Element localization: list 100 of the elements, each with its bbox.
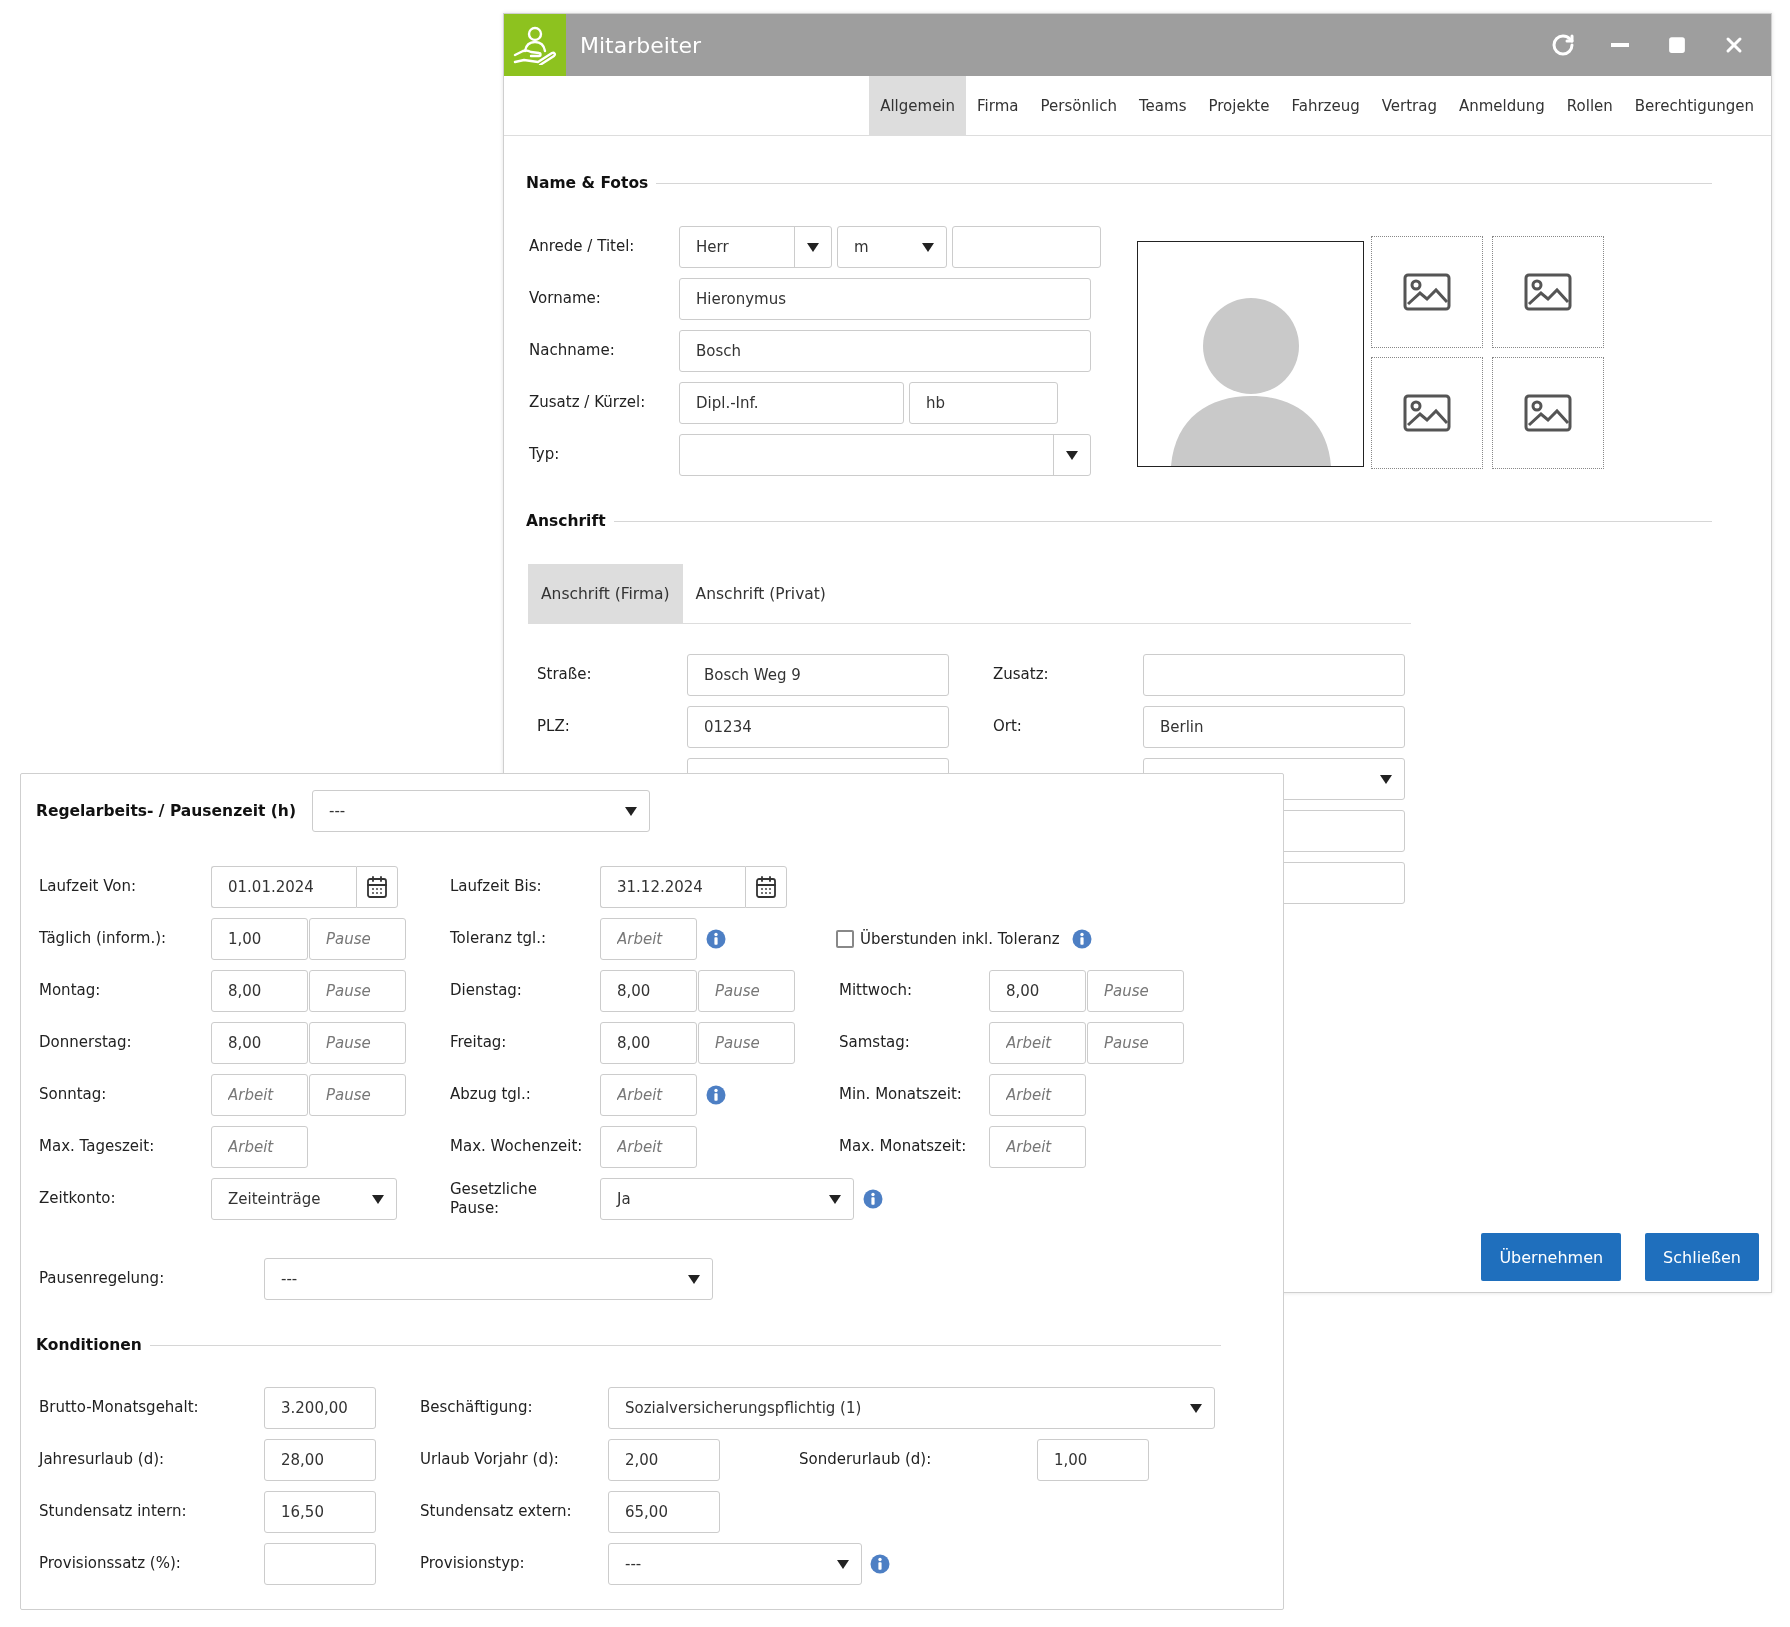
input-field[interactable]: 2,00 — [608, 1439, 720, 1481]
info-icon[interactable] — [863, 1189, 883, 1209]
dropdown[interactable]: Zeiteinträge — [211, 1178, 397, 1220]
caret-icon — [625, 806, 637, 816]
input-field[interactable]: 01234 — [687, 706, 949, 748]
input-field[interactable]: Pause — [1087, 970, 1184, 1012]
field-label: Max. Tageszeit: — [38, 1137, 156, 1157]
photo-slot[interactable] — [1492, 357, 1604, 469]
refresh-icon — [1551, 33, 1575, 57]
info-icon[interactable] — [706, 1085, 726, 1105]
field-label: Straße: — [536, 665, 593, 685]
input-field[interactable]: 1,00 — [1037, 1439, 1149, 1481]
dropdown[interactable]: Herr — [679, 226, 832, 268]
photo-slot[interactable] — [1371, 357, 1483, 469]
checkbox[interactable] — [836, 930, 854, 948]
tab[interactable]: Projekte — [1197, 76, 1281, 135]
tab[interactable]: Vertrag — [1370, 76, 1448, 135]
hand-person-icon — [513, 25, 557, 65]
tab[interactable]: Teams — [1128, 76, 1198, 135]
image-icon — [1403, 394, 1451, 432]
dropdown[interactable]: m — [837, 226, 947, 268]
input-field[interactable]: Pause — [1087, 1022, 1184, 1064]
tab[interactable]: Anmeldung — [1447, 76, 1556, 135]
input-field[interactable]: Arbeit — [989, 1022, 1086, 1064]
tab[interactable]: Firma — [966, 76, 1030, 135]
tab[interactable]: Anschrift (Privat) — [682, 564, 839, 623]
section-heading: Konditionen — [36, 1336, 142, 1354]
field-label: Samstag: — [838, 1033, 911, 1053]
field-label: Toleranz tgl.: — [449, 929, 548, 949]
dropdown[interactable]: --- — [264, 1258, 713, 1300]
tab[interactable]: Rollen — [1555, 76, 1624, 135]
input-field[interactable]: Hieronymus — [679, 278, 1091, 320]
caret-icon — [829, 1194, 841, 1204]
maximize-icon — [1668, 36, 1686, 54]
input-field[interactable]: Berlin — [1143, 706, 1405, 748]
input-field[interactable]: Pause — [309, 918, 406, 960]
input-field[interactable]: Pause — [309, 1074, 406, 1116]
info-icon[interactable] — [1071, 929, 1092, 949]
input-field[interactable]: 3.200,00 — [264, 1387, 376, 1429]
input-field[interactable]: 8,00 — [211, 970, 308, 1012]
input-field[interactable]: Pause — [698, 970, 795, 1012]
field-label: Zeitkonto: — [38, 1189, 117, 1209]
input-field[interactable]: Arbeit — [600, 918, 697, 960]
minimize-icon — [1611, 43, 1629, 47]
input-field[interactable]: 1,00 — [211, 918, 308, 960]
date-field[interactable]: 01.01.2024 — [211, 866, 356, 908]
field-label: Pausenregelung: — [38, 1269, 166, 1289]
caret-icon — [807, 242, 819, 252]
photo-slot[interactable] — [1492, 236, 1604, 348]
tab[interactable]: Berechtigungen — [1623, 76, 1765, 135]
input-field[interactable]: Arbeit — [989, 1126, 1086, 1168]
input-field[interactable]: 8,00 — [600, 1022, 697, 1064]
input-field[interactable]: 8,00 — [600, 970, 697, 1012]
field-label: Vorname: — [528, 289, 602, 309]
input-field[interactable]: 65,00 — [608, 1491, 720, 1533]
input-field[interactable]: Dipl.-Inf. — [679, 382, 904, 424]
field-label: Jahresurlaub (d): — [37, 1450, 166, 1470]
input-field[interactable]: hb — [909, 382, 1058, 424]
input-field[interactable] — [1143, 654, 1405, 696]
caret-icon — [922, 242, 934, 252]
tab[interactable]: Persönlich — [1029, 76, 1128, 135]
calendar-button[interactable] — [356, 866, 398, 908]
action-button[interactable]: Übernehmen — [1481, 1233, 1622, 1281]
tab[interactable]: Allgemein — [869, 76, 967, 135]
input-field[interactable]: 8,00 — [989, 970, 1086, 1012]
calendar-button[interactable] — [745, 866, 787, 908]
dropdown[interactable]: --- — [312, 790, 650, 832]
checkbox-label: Überstunden inkl. Toleranz — [860, 930, 1060, 948]
input-field[interactable]: 8,00 — [211, 1022, 308, 1064]
photo-slot[interactable] — [1371, 236, 1483, 348]
input-field[interactable]: Bosch Weg 9 — [687, 654, 949, 696]
dropdown[interactable]: Ja — [600, 1178, 854, 1220]
tab[interactable]: Fahrzeug — [1280, 76, 1371, 135]
input-field[interactable]: 16,50 — [264, 1491, 376, 1533]
caret-icon — [688, 1274, 700, 1284]
input-field[interactable]: Pause — [309, 970, 406, 1012]
calendar-icon — [754, 875, 778, 899]
input-field[interactable]: 28,00 — [264, 1439, 376, 1481]
tab[interactable]: Anschrift (Firma) — [528, 564, 683, 623]
input-field[interactable]: Pause — [309, 1022, 406, 1064]
caret-icon — [1190, 1403, 1202, 1413]
field-label: Anrede / Titel: — [528, 237, 636, 257]
input-field[interactable]: Arbeit — [989, 1074, 1086, 1116]
window-title: Mitarbeiter — [580, 32, 703, 58]
input-field[interactable]: Arbeit — [600, 1126, 697, 1168]
field-label: Min. Monatszeit: — [838, 1085, 963, 1105]
input-field[interactable]: Arbeit — [211, 1074, 308, 1116]
input-field[interactable]: Arbeit — [211, 1126, 308, 1168]
input-field[interactable] — [952, 226, 1101, 268]
field-label: Brutto-Monatsgehalt: — [38, 1398, 200, 1418]
input-field[interactable]: Bosch — [679, 330, 1091, 372]
dropdown[interactable]: --- — [608, 1543, 862, 1585]
action-button[interactable]: Schließen — [1645, 1233, 1759, 1281]
info-icon[interactable] — [870, 1554, 890, 1574]
input-field[interactable]: Pause — [698, 1022, 795, 1064]
input-field[interactable]: Arbeit — [600, 1074, 697, 1116]
info-icon[interactable] — [706, 929, 726, 949]
input-field[interactable] — [264, 1543, 376, 1585]
dropdown[interactable]: Sozialversicherungspflichtig (1) — [608, 1387, 1215, 1429]
date-field[interactable]: 31.12.2024 — [600, 866, 745, 908]
